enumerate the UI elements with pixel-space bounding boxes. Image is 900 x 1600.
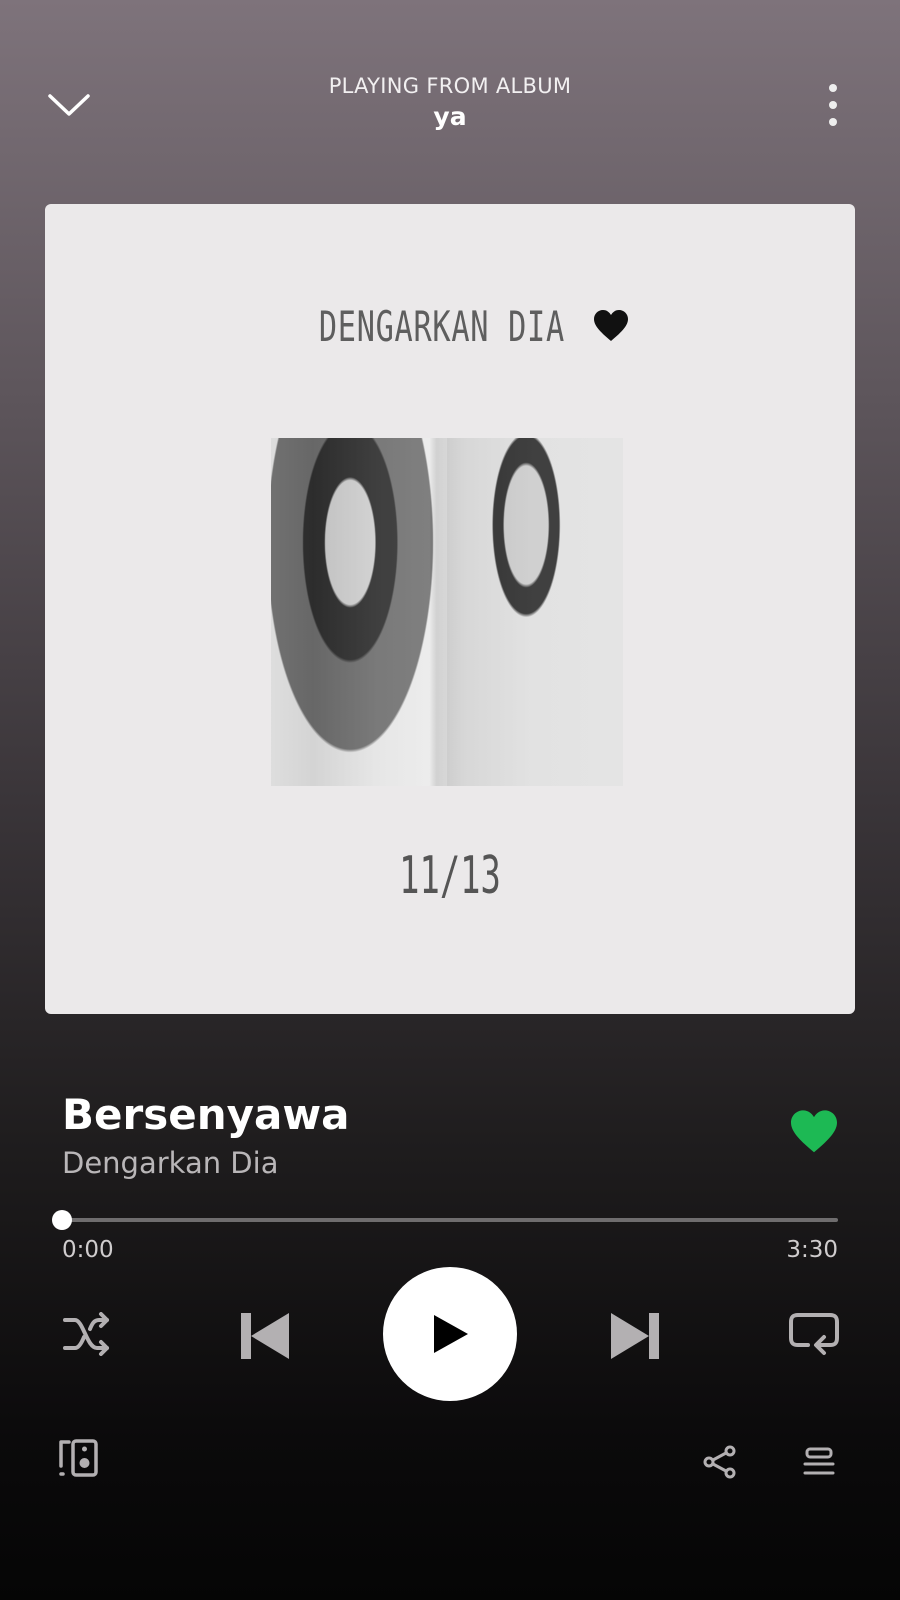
shuffle-icon bbox=[63, 1312, 109, 1356]
play-icon bbox=[434, 1315, 468, 1353]
heart-icon bbox=[593, 310, 628, 341]
heart-filled-icon bbox=[791, 1110, 837, 1153]
progress-handle[interactable] bbox=[52, 1210, 72, 1230]
shuffle-button[interactable] bbox=[60, 1308, 114, 1360]
album-art-date: 11/13 bbox=[399, 846, 501, 906]
like-button[interactable] bbox=[788, 1108, 840, 1156]
track-artist[interactable]: Dengarkan Dia bbox=[62, 1146, 278, 1180]
share-button[interactable] bbox=[702, 1444, 738, 1480]
previous-button[interactable] bbox=[236, 1308, 294, 1364]
share-icon bbox=[703, 1445, 736, 1479]
album-art-title: DENGARKAN DIA bbox=[318, 301, 566, 351]
album-name[interactable]: ya bbox=[0, 102, 900, 131]
play-button[interactable] bbox=[383, 1267, 517, 1401]
track-title[interactable]: Bersenyawa bbox=[62, 1090, 349, 1139]
queue-button[interactable] bbox=[802, 1446, 836, 1478]
playing-from-label: PLAYING FROM ALBUM bbox=[328, 74, 572, 98]
album-art-photo bbox=[271, 438, 623, 786]
skip-previous-icon bbox=[241, 1313, 289, 1359]
progress-bar[interactable] bbox=[52, 1210, 838, 1230]
repeat-button[interactable] bbox=[786, 1308, 842, 1360]
queue-icon bbox=[803, 1447, 835, 1475]
connect-devices-button[interactable] bbox=[56, 1436, 100, 1480]
more-vertical-icon bbox=[829, 84, 837, 126]
next-button[interactable] bbox=[606, 1308, 664, 1364]
more-options-button[interactable] bbox=[812, 78, 854, 132]
album-art: DENGARKAN DIA 11/13 bbox=[45, 204, 855, 1014]
skip-next-icon bbox=[611, 1313, 659, 1359]
elapsed-time: 0:00 bbox=[62, 1237, 114, 1263]
repeat-icon bbox=[789, 1313, 839, 1355]
devices-icon bbox=[59, 1439, 98, 1477]
total-duration: 3:30 bbox=[786, 1237, 838, 1263]
